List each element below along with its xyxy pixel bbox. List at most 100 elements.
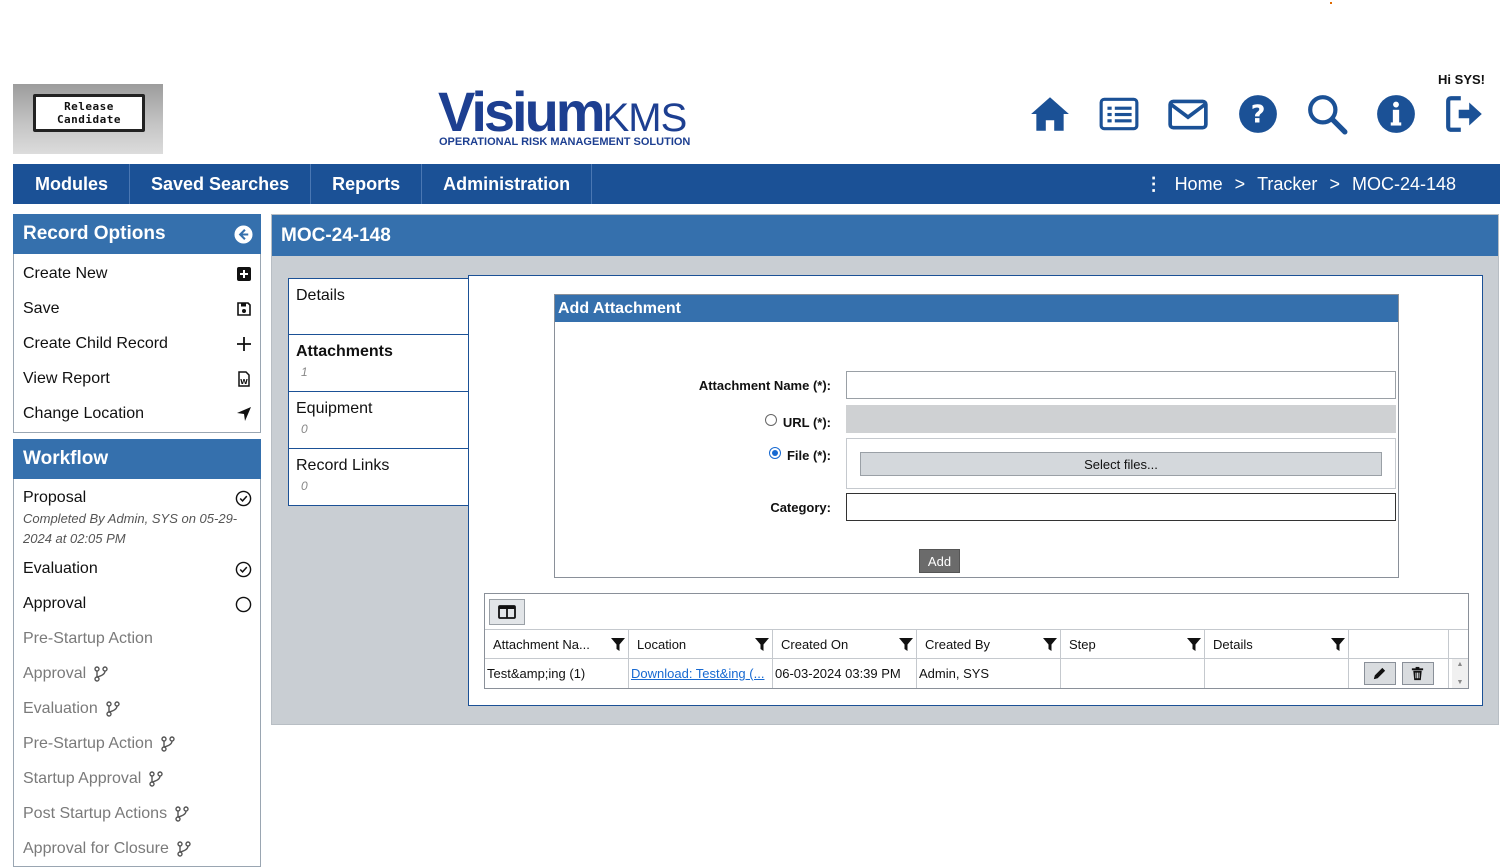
workflow-step-pre-startup-action[interactable]: Pre-Startup Action [14,621,260,656]
cell-created-by: Admin, SYS [917,659,1061,688]
nav-modules[interactable]: Modules [13,164,131,204]
attachments-content: Add Attachment Attachment Name (*): URL … [468,275,1483,706]
record-options-list: Create New Save Create Child Record View… [13,254,261,433]
option-create-child-record[interactable]: Create Child Record [14,326,260,361]
column-chooser-button[interactable] [489,599,525,625]
logo-tagline: OPERATIONAL RISK MANAGEMENT SOLUTION [439,136,691,148]
record-main-panel: MOC-24-148 Details Attachments 1 Equipme… [271,214,1499,725]
breadcrumb-home[interactable]: Home [1175,174,1223,195]
workflow-step-evaluation-branch[interactable]: Evaluation [14,691,260,726]
branch-icon [106,700,120,717]
logout-icon[interactable] [1443,92,1487,136]
check-circle-icon [235,490,252,507]
scroll-down-icon[interactable]: ▼ [1457,679,1464,686]
column-header-label: Details [1213,636,1253,652]
release-candidate-badge: Release Candidate [13,84,163,154]
workflow-step-startup-approval[interactable]: Startup Approval [14,761,260,796]
columns-icon [498,605,516,619]
workflow-step-evaluation[interactable]: Evaluation [14,551,260,586]
url-input-disabled [846,405,1396,433]
workflow-step-label: Pre-Startup Action [23,734,153,752]
attachment-name-input[interactable] [846,371,1396,399]
user-greeting: Hi SYS! [1438,72,1485,87]
breadcrumb-tracker[interactable]: Tracker [1257,174,1317,195]
option-label: Change Location [23,404,144,422]
column-header-created-on[interactable]: Created On [773,630,917,658]
tab-details[interactable]: Details [288,278,469,335]
column-header-label: Created On [781,636,849,652]
workflow-header: Workflow [13,439,261,479]
column-header-attachment-name[interactable]: Attachment Na... [485,630,629,658]
workflow-step-post-startup-actions[interactable]: Post Startup Actions [14,796,260,831]
download-link[interactable]: Download: Test&ing (... [631,666,764,681]
collapse-arrow-icon[interactable] [234,225,253,244]
main-nav: Modules Saved Searches Reports Administr… [13,164,1500,204]
tab-label: Record Links [296,457,390,474]
help-icon[interactable]: ? [1236,92,1280,136]
column-header-step[interactable]: Step [1061,630,1205,658]
category-dropdown[interactable] [846,493,1396,521]
grid-scrollbar[interactable]: ▲ ▼ [1452,659,1468,688]
info-icon[interactable] [1374,92,1418,136]
option-save[interactable]: Save [14,291,260,326]
nav-reports[interactable]: Reports [311,164,423,204]
visium-logo[interactable]: VisiumKMS OPERATIONAL RISK MANAGEMENT SO… [438,82,708,152]
nav-administration[interactable]: Administration [422,164,593,204]
tab-record-links[interactable]: Record Links 0 [288,449,469,506]
option-change-location[interactable]: Change Location [14,396,260,431]
filter-icon[interactable] [754,636,770,652]
workflow-step-approval[interactable]: Approval [14,586,260,621]
tab-equipment[interactable]: Equipment 0 [288,392,469,449]
tab-count: 0 [301,422,308,436]
workflow-step-approval-branch[interactable]: Approval [14,656,260,691]
column-header-label: Location [637,636,687,652]
column-header-actions [1349,630,1449,658]
search-icon[interactable] [1305,92,1349,136]
filter-icon[interactable] [1186,636,1202,652]
add-attachment-header: Add Attachment [555,295,1398,322]
workflow-step-approval-for-closure[interactable]: Approval for Closure [14,831,260,866]
filter-icon[interactable] [1330,636,1346,652]
file-radio[interactable] [769,447,781,459]
svg-text:W: W [240,378,248,386]
table-row: Test&amp;ing (1) Download: Test&ing (...… [485,659,1468,688]
column-header-location[interactable]: Location [629,630,773,658]
url-radio[interactable] [765,414,777,426]
home-icon[interactable] [1028,92,1072,136]
list-icon[interactable] [1097,92,1141,136]
empty-circle-icon [235,596,252,613]
option-create-new[interactable]: Create New [14,256,260,291]
more-vertical-icon[interactable]: ⋮ [1145,174,1163,195]
mail-icon[interactable] [1166,92,1210,136]
workflow-step-proposal[interactable]: Proposal Completed By Admin, SYS on 05-2… [14,480,260,549]
filter-icon[interactable] [1042,636,1058,652]
branch-icon [149,770,163,787]
workflow-step-label: Approval [23,664,87,682]
attachment-name-label: Attachment Name (*): [698,378,831,393]
edit-button[interactable] [1363,662,1396,685]
badge-screen: Release Candidate [33,94,145,132]
nav-saved-searches[interactable]: Saved Searches [130,164,312,204]
workflow-step-label: Evaluation [23,559,98,577]
breadcrumb-separator: > [1329,173,1340,194]
column-header-label: Attachment Na... [493,636,590,652]
breadcrumb: ⋮ Home > Tracker > MOC-24-148 [1145,164,1456,204]
column-header-details[interactable]: Details [1205,630,1349,658]
filter-icon[interactable] [610,636,626,652]
badge-line2: Candidate [56,113,122,126]
select-files-button[interactable]: Select files... [860,452,1382,476]
tab-label: Details [296,287,345,304]
tab-attachments[interactable]: Attachments 1 [288,335,470,392]
badge-line1: Release [64,100,114,113]
workflow-step-label: Pre-Startup Action [23,629,153,647]
add-button[interactable]: Add [919,549,960,573]
delete-button[interactable] [1401,662,1434,685]
workflow-step-label: Startup Approval [23,769,142,787]
branch-icon [177,840,191,857]
filter-icon[interactable] [898,636,914,652]
scroll-up-icon[interactable]: ▲ [1457,661,1464,668]
option-view-report[interactable]: View Report W [14,361,260,396]
file-label: File (*): [786,448,831,463]
column-header-created-by[interactable]: Created By [917,630,1061,658]
workflow-step-pre-startup-action-branch[interactable]: Pre-Startup Action [14,726,260,761]
